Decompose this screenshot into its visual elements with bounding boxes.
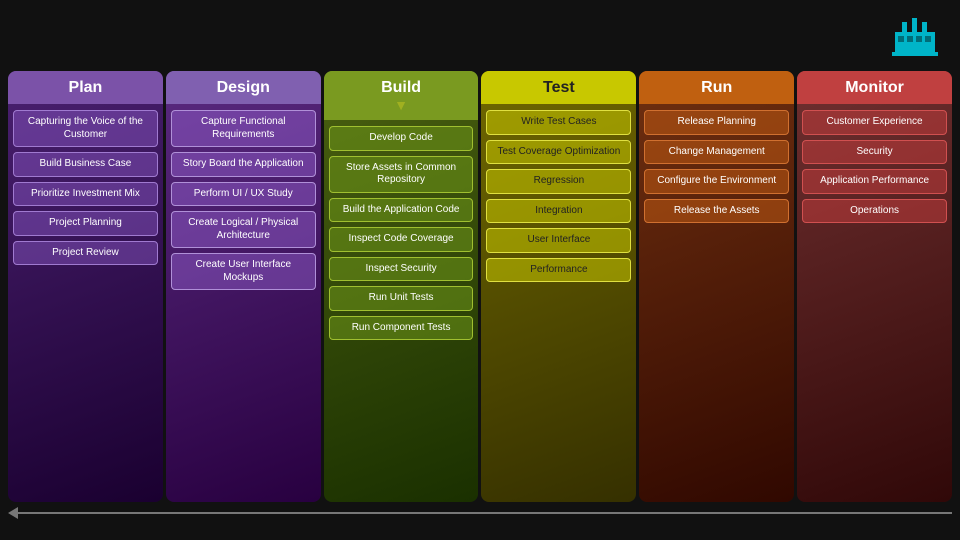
phase-header-label-design: Design: [217, 79, 270, 96]
phases-row: Plan Capturing the Voice of the Customer B…: [8, 71, 952, 502]
phase-header-plan: Plan: [8, 71, 163, 104]
activity-box: Build the Application Code: [329, 198, 474, 223]
phase-header-build: Build▼: [324, 71, 479, 120]
activity-box: Create User Interface Mockups: [171, 253, 316, 290]
phase-body-plan: Capturing the Voice of the Customer Build…: [8, 104, 163, 502]
phase-col-monitor: Monitor Customer Experience Security Applic…: [797, 71, 952, 502]
phase-body-test: Write Test Cases Test Coverage Optimizati…: [481, 104, 636, 502]
activity-box: Capturing the Voice of the Customer: [13, 110, 158, 147]
activity-box: Story Board the Application: [171, 152, 316, 177]
activity-box: User Interface: [486, 228, 631, 253]
phase-header-label-run: Run: [701, 79, 732, 96]
activity-box: Inspect Security: [329, 257, 474, 282]
diagram: Plan Capturing the Voice of the Customer B…: [0, 71, 960, 526]
activity-box: Capture Functional Requirements: [171, 110, 316, 147]
activity-box: Change Management: [644, 140, 789, 165]
activity-box: Performance: [486, 258, 631, 283]
phase-body-run: Release Planning Change Management Configu…: [639, 104, 794, 502]
activity-box: Prioritize Investment Mix: [13, 182, 158, 207]
activity-box: Configure the Environment: [644, 169, 789, 194]
activity-box: Customer Experience: [802, 110, 947, 135]
phase-header-label-test: Test: [543, 79, 575, 96]
phase-col-design: Design Capture Functional Requirements Sto…: [166, 71, 321, 502]
phase-header-label-build: Build: [381, 79, 421, 96]
activity-box: Application Performance: [802, 169, 947, 194]
feedback-arrow: [8, 504, 952, 522]
phase-body-build: Develop Code Store Assets in Common Repos…: [324, 120, 479, 502]
activity-box: Project Planning: [13, 211, 158, 236]
activity-box: Run Component Tests: [329, 316, 474, 341]
activity-box: Store Assets in Common Repository: [329, 156, 474, 193]
phase-header-run: Run: [639, 71, 794, 104]
activity-box: Build Business Case: [13, 152, 158, 177]
phase-col-build: Build▼ Develop Code Store Assets in Common…: [324, 71, 479, 502]
phase-header-monitor: Monitor: [797, 71, 952, 104]
activity-box: Security: [802, 140, 947, 165]
factory-icon: [890, 14, 940, 65]
phase-col-test: Test Write Test Cases Test Coverage Optimi…: [481, 71, 636, 502]
activity-box: Operations: [802, 199, 947, 224]
feedback-line: [18, 512, 952, 514]
activity-box: Project Review: [13, 241, 158, 266]
build-test-connector: ▼: [328, 97, 475, 113]
activity-box: Regression: [486, 169, 631, 194]
phase-body-design: Capture Functional Requirements Story Boa…: [166, 104, 321, 502]
activity-box: Integration: [486, 199, 631, 224]
phase-header-label-monitor: Monitor: [845, 79, 904, 96]
activity-box: Release the Assets: [644, 199, 789, 224]
activity-box: Perform UI / UX Study: [171, 182, 316, 207]
phase-body-monitor: Customer Experience Security Application P…: [797, 104, 952, 502]
activity-box: Release Planning: [644, 110, 789, 135]
feedback-arrow-head: [8, 507, 18, 519]
phase-header-test: Test: [481, 71, 636, 104]
activity-box: Run Unit Tests: [329, 286, 474, 311]
activity-box: Test Coverage Optimization: [486, 140, 631, 165]
page: Plan Capturing the Voice of the Customer B…: [0, 0, 960, 540]
activity-box: Inspect Code Coverage: [329, 227, 474, 252]
activity-box: Create Logical / Physical Architecture: [171, 211, 316, 248]
phase-col-plan: Plan Capturing the Voice of the Customer B…: [8, 71, 163, 502]
phase-header-design: Design: [166, 71, 321, 104]
activity-box: Write Test Cases: [486, 110, 631, 135]
phase-header-label-plan: Plan: [69, 79, 103, 96]
activity-box: Develop Code: [329, 126, 474, 151]
title-bar: [0, 0, 960, 71]
phase-col-run: Run Release Planning Change Management Conf…: [639, 71, 794, 502]
